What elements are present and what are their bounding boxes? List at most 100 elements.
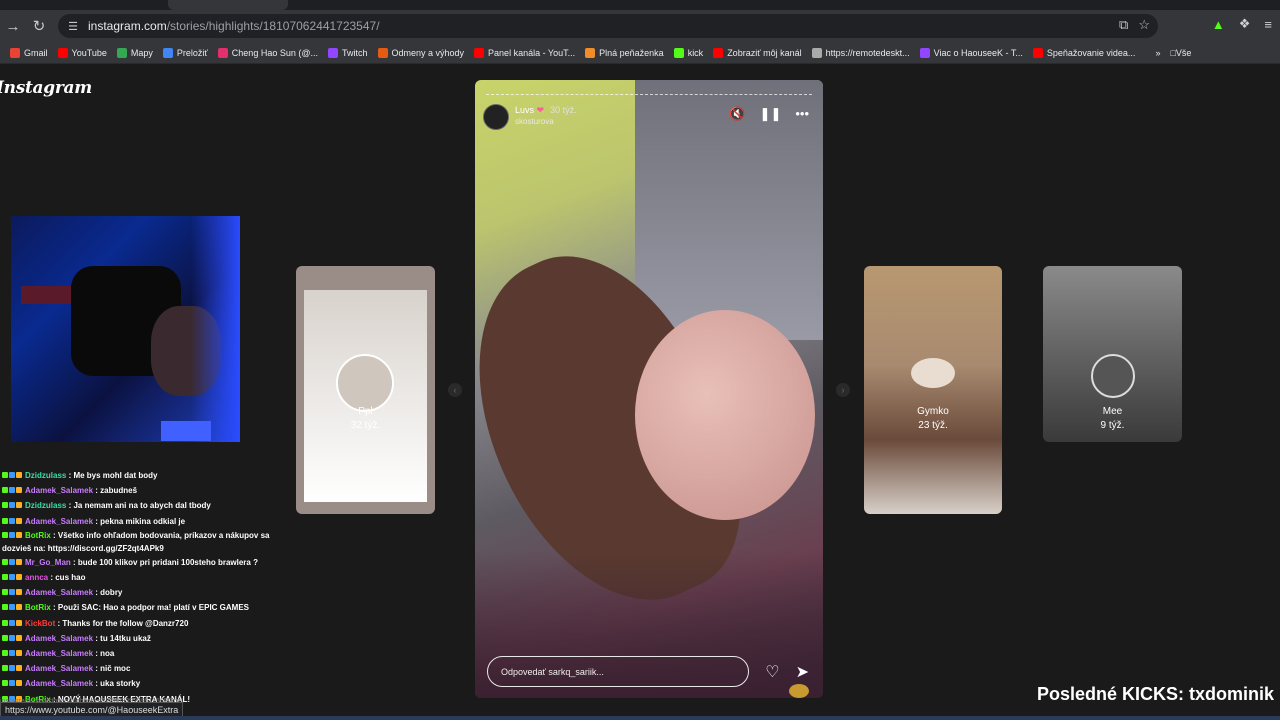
chat-text: bude 100 klikov pri pridani 100steho bra… <box>77 557 258 567</box>
chat-username[interactable]: KickBot <box>25 619 55 628</box>
bookmark-item[interactable]: Panel kanála - YouT... <box>474 47 576 58</box>
chat-badges-icon <box>2 498 23 513</box>
tab-strip <box>0 0 1280 10</box>
chat-text: dobry <box>100 588 123 598</box>
chat-username[interactable]: BotRix <box>25 603 51 612</box>
chat-text: zabudneš <box>100 486 138 496</box>
story-progress-bar <box>486 94 812 96</box>
emoji-sticker-icon <box>789 684 809 698</box>
bookmark-label: Viac o HaouseeK - T... <box>933 47 1023 58</box>
bookmark-item[interactable]: Viac o HaouseeK - T... <box>919 47 1023 58</box>
chat-badges-icon <box>2 468 23 483</box>
chat-badges-icon <box>2 483 23 498</box>
bookmark-item[interactable]: Zobraziť môj kanál <box>713 47 802 58</box>
bookmark-favicon-icon <box>57 47 68 58</box>
bookmark-favicon-icon <box>116 47 127 58</box>
chat-username[interactable]: Adamek_Salamek <box>25 517 93 526</box>
chat-message: KickBot : Thanks for the follow @Danzr72… <box>2 616 282 631</box>
chat-username[interactable]: Adamek_Salamek <box>25 486 93 495</box>
highlight-avatar <box>1091 354 1135 398</box>
share-send-icon[interactable]: ➤ <box>796 662 809 682</box>
bookmark-label: kick <box>687 47 704 58</box>
chat-username[interactable]: Mr_Go_Man <box>25 558 71 567</box>
chat-message: Mr_Go_Man : bude 100 klikov pri pridani … <box>2 555 282 570</box>
bookmark-item[interactable]: Speňažovanie videa... <box>1032 47 1135 58</box>
chat-badges-icon <box>2 555 23 570</box>
bookmark-favicon-icon <box>673 47 684 58</box>
bookmark-label: Panel kanála - YouT... <box>488 47 576 58</box>
active-tab[interactable] <box>168 0 288 10</box>
bookmark-item[interactable]: https://remotedeskt... <box>811 47 910 58</box>
bookmarks-overflow-icon[interactable]: » <box>1155 48 1160 58</box>
story-avatar[interactable] <box>483 104 509 130</box>
reply-input[interactable]: Odpovedať sarkq_sariik... <box>487 656 749 687</box>
highlight-thumbnail-mee[interactable]: Mee 9 týž. <box>1043 266 1182 442</box>
bookmark-star-icon[interactable]: ☆ <box>1138 17 1150 33</box>
bookmark-item[interactable]: Plná peňaženka <box>585 47 664 58</box>
menu-icon[interactable]: ≡ <box>1264 17 1272 32</box>
bookmark-favicon-icon <box>811 47 822 58</box>
next-arrow-icon[interactable]: › <box>836 383 850 397</box>
bookmark-item[interactable]: Odmeny a výhody <box>377 47 465 58</box>
highlight-thumbnail-gymko[interactable]: Gymko 23 týž. <box>864 266 1002 514</box>
chat-username[interactable]: Adamek_Salamek <box>25 634 93 643</box>
bookmark-item[interactable]: Gmail <box>10 47 48 58</box>
more-options-icon[interactable]: ••• <box>795 106 809 122</box>
bookmark-favicon-icon <box>474 47 485 58</box>
pause-icon[interactable]: ❚❚ <box>760 106 782 122</box>
story-viewer[interactable]: Luvs ❤ 30 týž. skosturova 🔇 ❚❚ ••• Odpove… <box>475 80 823 698</box>
chat-username[interactable]: Adamek_Salamek <box>25 664 93 673</box>
extension-icon[interactable]: ▲ <box>1212 17 1225 32</box>
bookmark-item[interactable]: kick <box>673 47 704 58</box>
bookmark-label: Twitch <box>341 47 368 58</box>
chat-message: Adamek_Salamek : uka storky <box>2 676 282 691</box>
browser-toolbar: → ↻ ☰ instagram.com /stories/highlights/… <box>0 10 1280 42</box>
bookmark-label: Mapy <box>130 47 153 58</box>
previous-arrow-icon[interactable]: ‹ <box>448 383 462 397</box>
forward-icon[interactable]: → <box>0 13 26 39</box>
bookmark-item[interactable]: YouTube <box>57 47 107 58</box>
all-bookmarks-folder[interactable]: □ Vše <box>1170 48 1191 58</box>
bookmark-item[interactable]: Preložiť <box>162 47 208 58</box>
site-info-icon[interactable]: ☰ <box>66 19 80 33</box>
chat-badges-icon <box>2 616 23 631</box>
extensions-puzzle-icon[interactable]: ❖ <box>1239 16 1251 32</box>
bookmark-item[interactable]: Twitch <box>327 47 368 58</box>
chat-message: Adamek_Salamek : noa <box>2 646 282 661</box>
story-time: 30 týž. <box>550 105 577 115</box>
bookmark-item[interactable]: Mapy <box>116 47 153 58</box>
chat-username[interactable]: annca <box>25 573 48 582</box>
story-account[interactable]: skosturova <box>515 116 577 128</box>
chat-message: Adamek_Salamek : zabudneš <box>2 483 282 498</box>
chat-badges-icon <box>2 661 23 676</box>
bookmark-favicon-icon <box>217 47 228 58</box>
chat-text: tu 14tku ukaž <box>100 633 151 643</box>
like-heart-icon[interactable]: ♡ <box>765 662 779 682</box>
story-username[interactable]: Luvs <box>515 105 534 115</box>
stream-chat: Dzidzulass : Me bys mohl dat body Adamek_… <box>2 468 282 707</box>
highlight-thumbnail-ppl[interactable]: Ppl 32 týž. <box>296 266 435 514</box>
chat-text: cus hao <box>55 573 86 583</box>
taskbar <box>0 716 1280 720</box>
url-host: instagram.com <box>88 19 167 33</box>
bookmark-label: Gmail <box>24 47 48 58</box>
chat-username[interactable]: Adamek_Salamek <box>25 679 93 688</box>
bookmark-item[interactable]: Cheng Hao Sun (@... <box>217 47 318 58</box>
bookmark-label: Preložiť <box>176 47 208 58</box>
address-bar[interactable]: ☰ instagram.com /stories/highlights/1810… <box>58 14 1158 38</box>
instagram-logo[interactable]: Instagram <box>0 78 92 98</box>
install-app-icon[interactable]: ⧉ <box>1119 17 1128 33</box>
all-bookmarks-label: Vše <box>1175 47 1192 58</box>
bookmark-label: Odmeny a výhody <box>391 47 465 58</box>
chat-username[interactable]: Adamek_Salamek <box>25 588 93 597</box>
chat-username[interactable]: Dzidzulass <box>25 501 66 510</box>
chat-username[interactable]: Adamek_Salamek <box>25 649 93 658</box>
chat-username[interactable]: Dzidzulass <box>25 471 66 480</box>
webcam-overlay <box>11 216 240 442</box>
chat-message: Adamek_Salamek : dobry <box>2 585 282 600</box>
mute-icon[interactable]: 🔇 <box>729 106 745 122</box>
reload-icon[interactable]: ↻ <box>26 13 52 39</box>
bookmark-label: Cheng Hao Sun (@... <box>231 47 318 58</box>
chat-username[interactable]: BotRix <box>25 531 51 540</box>
bookmark-favicon-icon <box>713 47 724 58</box>
